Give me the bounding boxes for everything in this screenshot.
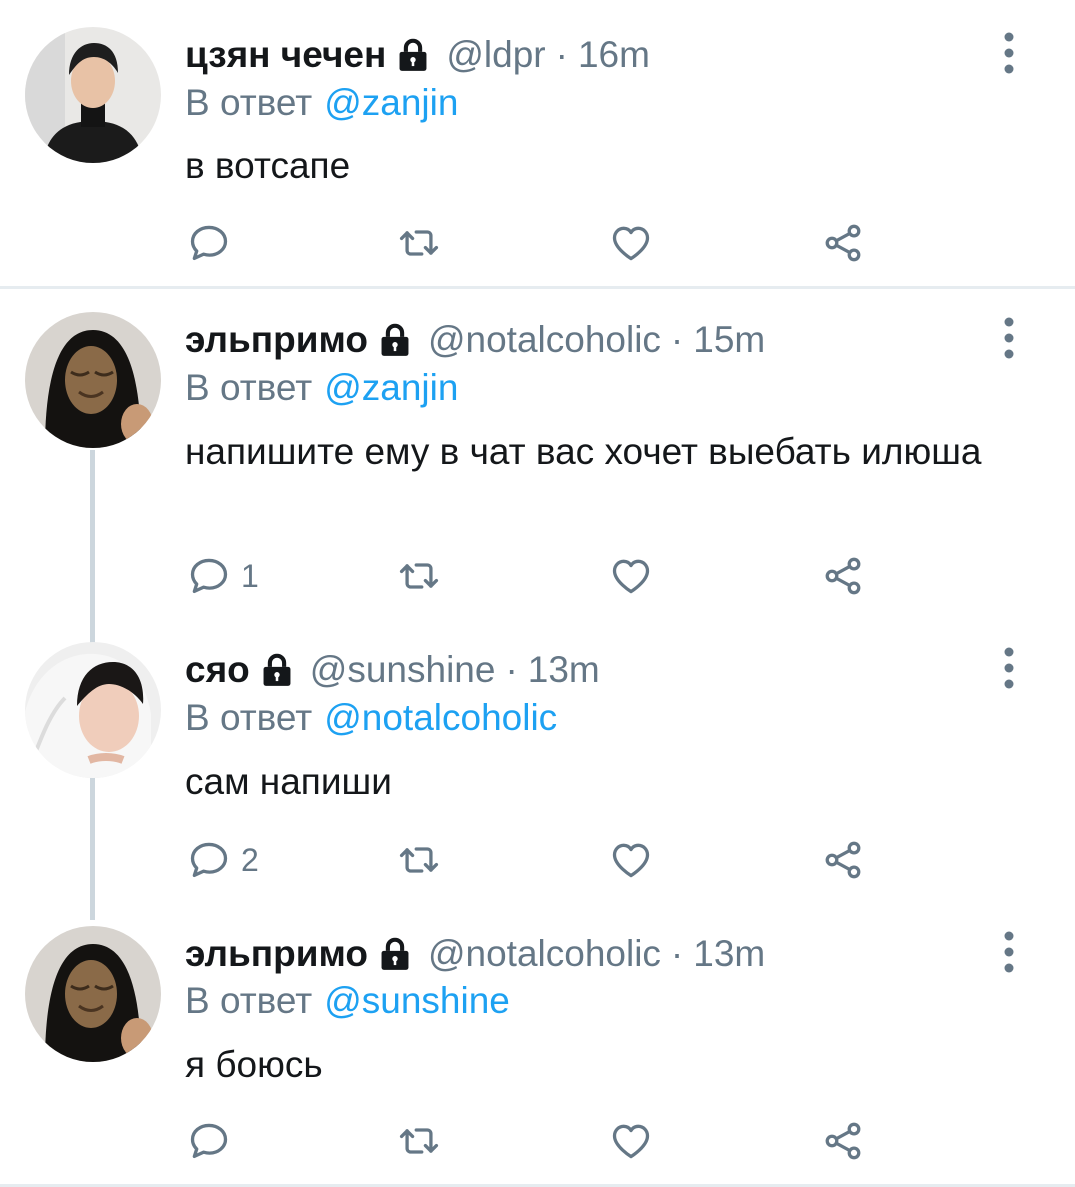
tweet-header: сяо @sunshine · 13m — [185, 645, 600, 695]
reply-count: 1 — [241, 557, 259, 594]
reply-icon — [187, 838, 231, 882]
retweet-icon — [397, 838, 441, 882]
tweet-header: эльпримо @notalcoholic · 13m — [185, 929, 765, 979]
tweet-text: я боюсь — [185, 1044, 323, 1085]
author-name[interactable]: цзян чечен — [185, 34, 386, 76]
like-button[interactable] — [609, 551, 653, 601]
reply-prefix: В ответ — [185, 980, 313, 1021]
author-name[interactable]: эльпримо — [185, 319, 368, 361]
timestamp[interactable]: 15m — [693, 319, 765, 361]
reply-context: В ответ @zanjin — [185, 367, 458, 409]
share-icon — [821, 221, 865, 265]
more-vertical-icon[interactable] — [996, 645, 1022, 691]
reply-mention-link[interactable]: @zanjin — [324, 82, 458, 123]
tweet[interactable]: цзян чечен @ldpr · 16m В ответ @zanjin в … — [0, 0, 1075, 288]
reply-button[interactable]: 2 — [187, 835, 259, 885]
more-vertical-icon[interactable] — [996, 929, 1022, 975]
tweet-actions — [185, 1116, 905, 1166]
tweet-actions: 2 — [185, 835, 905, 885]
reply-icon — [187, 554, 231, 598]
separator-dot: · — [670, 933, 684, 974]
separator-dot: · — [555, 34, 568, 75]
reply-prefix: В ответ — [185, 697, 313, 738]
reply-mention-link[interactable]: @notalcoholic — [324, 697, 557, 738]
reply-button[interactable] — [187, 1116, 241, 1166]
reply-button[interactable] — [187, 218, 241, 268]
tweet[interactable]: эльпримо @notalcoholic · 15m В ответ @zan… — [0, 289, 1075, 619]
more-vertical-icon[interactable] — [996, 315, 1022, 361]
lock-icon — [394, 36, 432, 74]
heart-icon — [609, 838, 653, 882]
timestamp[interactable]: 16m — [578, 34, 650, 76]
separator-dot: · — [670, 319, 684, 360]
tweet-text: напишите ему в чат вас хочет выебать илю… — [185, 431, 982, 472]
like-button[interactable] — [609, 1116, 653, 1166]
reply-prefix: В ответ — [185, 82, 313, 123]
reply-context: В ответ @notalcoholic — [185, 697, 557, 739]
retweet-button[interactable] — [397, 835, 441, 885]
author-handle[interactable]: @notalcoholic — [428, 933, 661, 975]
retweet-icon — [397, 554, 441, 598]
avatar[interactable] — [25, 27, 161, 163]
timestamp[interactable]: 13m — [528, 649, 600, 691]
lock-icon — [376, 321, 414, 359]
lock-icon — [258, 651, 296, 689]
share-icon — [821, 554, 865, 598]
retweet-icon — [397, 1119, 441, 1163]
reply-prefix: В ответ — [185, 367, 313, 408]
avatar[interactable] — [25, 926, 161, 1062]
tweet-actions — [185, 218, 905, 268]
reply-count: 2 — [241, 841, 259, 878]
share-icon — [821, 1119, 865, 1163]
reply-mention-link[interactable]: @sunshine — [324, 980, 510, 1021]
like-button[interactable] — [609, 218, 653, 268]
separator-dot: · — [505, 649, 518, 690]
author-handle[interactable]: @sunshine — [310, 649, 496, 691]
tweet-text: в вотсапе — [185, 145, 351, 186]
retweet-button[interactable] — [397, 1116, 441, 1166]
tweet-actions: 1 — [185, 551, 905, 601]
author-handle[interactable]: @notalcoholic — [428, 319, 661, 361]
reply-context: В ответ @sunshine — [185, 980, 510, 1022]
retweet-button[interactable] — [397, 551, 441, 601]
share-button[interactable] — [821, 835, 865, 885]
heart-icon — [609, 1119, 653, 1163]
share-button[interactable] — [821, 1116, 865, 1166]
like-button[interactable] — [609, 835, 653, 885]
tweet[interactable]: эльпримо @notalcoholic · 13m В ответ @sun… — [0, 900, 1075, 1187]
reply-mention-link[interactable]: @zanjin — [324, 367, 458, 408]
share-icon — [821, 838, 865, 882]
reply-context: В ответ @zanjin — [185, 82, 458, 124]
reply-icon — [187, 1119, 231, 1163]
author-handle[interactable]: @ldpr — [446, 34, 545, 76]
retweet-button[interactable] — [397, 218, 441, 268]
lock-icon — [376, 935, 414, 973]
heart-icon — [609, 554, 653, 598]
retweet-icon — [397, 221, 441, 265]
timestamp[interactable]: 13m — [693, 933, 765, 975]
tweet[interactable]: сяо @sunshine · 13m В ответ @notalcoholic… — [0, 620, 1075, 915]
more-vertical-icon[interactable] — [996, 30, 1022, 76]
reply-button[interactable]: 1 — [187, 551, 259, 601]
share-button[interactable] — [821, 551, 865, 601]
tweet-header: цзян чечен @ldpr · 16m — [185, 30, 650, 80]
reply-icon — [187, 221, 231, 265]
avatar[interactable] — [25, 642, 161, 778]
author-name[interactable]: эльпримо — [185, 933, 368, 975]
heart-icon — [609, 221, 653, 265]
tweet-header: эльпримо @notalcoholic · 15m — [185, 315, 765, 365]
author-name[interactable]: сяо — [185, 649, 250, 691]
share-button[interactable] — [821, 218, 865, 268]
avatar[interactable] — [25, 312, 161, 448]
tweet-text: сам напиши — [185, 761, 392, 802]
